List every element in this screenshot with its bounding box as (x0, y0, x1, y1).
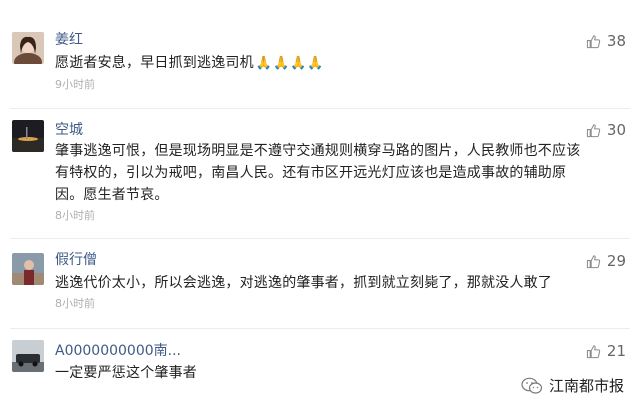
divider (10, 108, 630, 109)
comment-time: 8小时前 (55, 209, 95, 222)
comment-time: 9小时前 (55, 78, 95, 91)
divider (10, 328, 630, 329)
like-button[interactable]: 21 (586, 342, 626, 360)
wechat-icon (521, 377, 543, 394)
like-count: 38 (606, 32, 626, 50)
comment-author[interactable]: 空城 (55, 121, 83, 139)
like-count: 30 (606, 121, 626, 139)
thumbs-up-icon (586, 344, 601, 358)
divider (10, 238, 630, 239)
watermark: 江南都市报 (521, 375, 624, 396)
folded-hands-emoji: 🙏🙏🙏🙏 (255, 56, 325, 71)
comment-author[interactable]: 姜红 (55, 31, 83, 49)
comment-time: 8小时前 (55, 297, 95, 310)
comment-text: 一定要严惩这个肇事者 (55, 365, 197, 381)
avatar[interactable] (12, 32, 44, 64)
like-button[interactable]: 38 (586, 32, 626, 50)
comment-author[interactable]: A0000000000南... (55, 342, 181, 360)
watermark-text: 江南都市报 (548, 377, 624, 395)
thumbs-up-icon (586, 254, 601, 268)
comment-text: 愿逝者安息，早日抓到逃逸司机 🙏🙏🙏🙏 (55, 52, 575, 75)
like-button[interactable]: 29 (586, 252, 626, 270)
avatar[interactable] (12, 120, 44, 152)
like-count: 29 (606, 252, 626, 270)
avatar[interactable] (12, 253, 44, 285)
comment-text: 肇事逃逸可恨，但是现场明显是不遵守交通规则横穿马路的图片，人民教师也不应该有特权… (55, 143, 581, 203)
thumbs-up-icon (586, 123, 601, 137)
like-button[interactable]: 30 (586, 121, 626, 139)
comment-author[interactable]: 假行僧 (55, 251, 97, 269)
comment-text-body: 愿逝者安息，早日抓到逃逸司机 (55, 55, 254, 71)
thumbs-up-icon (586, 34, 601, 48)
comment-text: 逃逸代价太小，所以会逃逸，对逃逸的肇事者，抓到就立刻毙了，那就没人敢了 (55, 275, 552, 291)
avatar[interactable] (12, 340, 44, 372)
like-count: 21 (606, 342, 626, 360)
